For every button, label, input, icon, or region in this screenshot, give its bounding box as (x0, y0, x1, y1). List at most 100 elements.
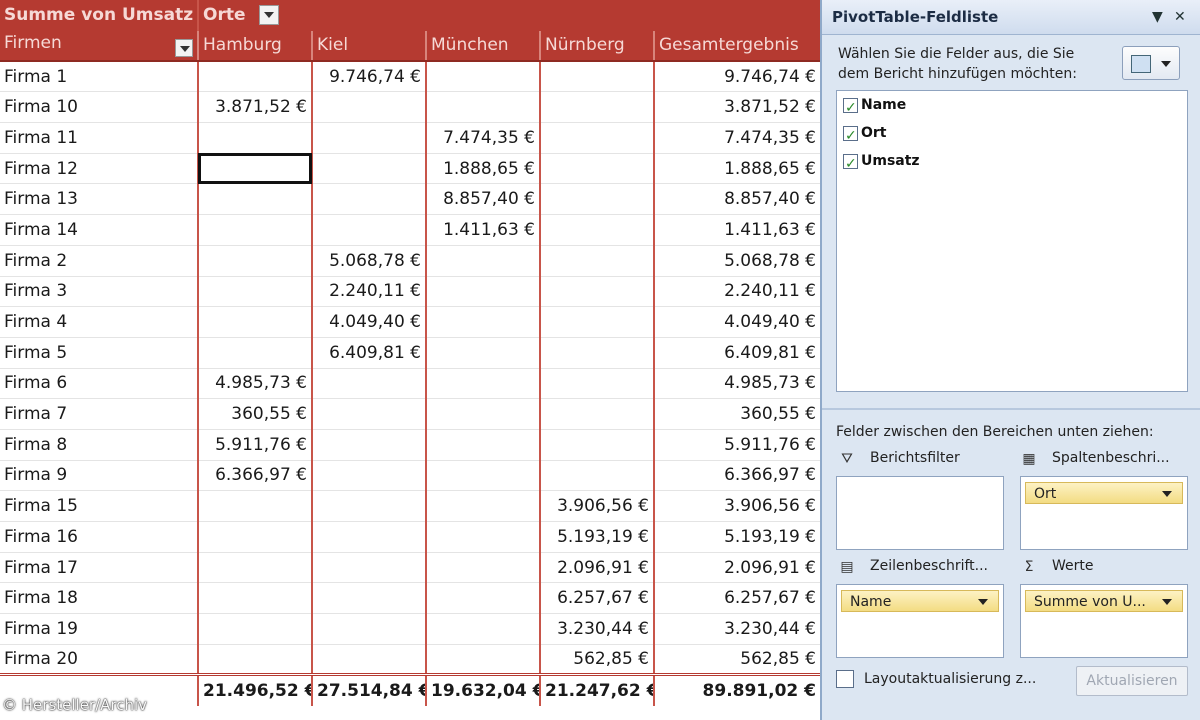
row-label-cell[interactable]: Firma 11 (0, 122, 198, 154)
value-cell[interactable]: 3.906,56 € (539, 490, 654, 522)
row-label-cell[interactable]: Firma 19 (0, 613, 198, 645)
grand-total-cell[interactable]: 89.891,02 € (653, 673, 820, 706)
value-cell[interactable]: 2.240,11 € (311, 276, 426, 308)
column-field-chip-ort[interactable]: Ort (1025, 482, 1183, 504)
pane-splitter[interactable] (822, 408, 1200, 410)
row-total-cell[interactable]: 1.411,63 € (653, 214, 820, 246)
column-total-cell[interactable]: 21.247,62 € (539, 673, 654, 706)
value-cell[interactable]: 1.411,63 € (425, 214, 540, 246)
value-cell[interactable]: 3.871,52 € (197, 91, 312, 124)
value-cell[interactable] (539, 91, 654, 124)
row-total-cell[interactable]: 3.906,56 € (653, 490, 820, 522)
row-label-cell[interactable]: Firma 14 (0, 214, 198, 246)
row-label-cell[interactable]: Firma 2 (0, 245, 198, 277)
value-cell[interactable] (311, 183, 426, 216)
value-cell[interactable] (311, 490, 426, 522)
value-cell[interactable]: 6.409,81 € (311, 337, 426, 369)
value-cell[interactable] (311, 552, 426, 584)
row-total-cell[interactable]: 2.240,11 € (653, 276, 820, 308)
value-cell[interactable] (197, 61, 312, 93)
pane-menu-dropdown-icon[interactable]: ▼ (1152, 0, 1163, 34)
row-label-cell[interactable]: Firma 12 (0, 153, 198, 185)
column-field-cell[interactable]: Orte (197, 0, 312, 31)
value-cell[interactable]: 6.366,97 € (197, 460, 312, 492)
value-cell[interactable] (425, 490, 540, 522)
row-total-cell[interactable]: 5.068,78 € (653, 245, 820, 277)
field-item-ort[interactable]: Ort (837, 119, 1187, 150)
value-cell[interactable]: 8.857,40 € (425, 183, 540, 216)
value-cell[interactable] (197, 644, 312, 676)
value-cell[interactable] (197, 582, 312, 615)
value-cell[interactable] (197, 153, 312, 185)
value-cell[interactable]: 3.230,44 € (539, 613, 654, 645)
value-cell[interactable] (425, 552, 540, 584)
value-cell[interactable] (425, 582, 540, 615)
value-cell[interactable] (539, 460, 654, 492)
values-field-chip-sum[interactable]: Summe von U... (1025, 590, 1183, 612)
value-cell[interactable] (311, 582, 426, 615)
value-cell[interactable] (311, 521, 426, 553)
value-cell[interactable] (425, 306, 540, 338)
close-icon[interactable]: ✕ (1174, 0, 1186, 34)
value-cell[interactable] (539, 153, 654, 185)
value-cell[interactable] (311, 214, 426, 246)
layout-view-button[interactable] (1122, 46, 1180, 80)
column-header-hamburg[interactable]: Hamburg (197, 30, 312, 63)
row-label-cell[interactable]: Firma 13 (0, 183, 198, 216)
value-cell[interactable] (539, 183, 654, 216)
row-total-cell[interactable]: 6.257,67 € (653, 582, 820, 615)
column-filter-dropdown-icon[interactable] (259, 5, 280, 26)
row-label-cell[interactable]: Firma 8 (0, 429, 198, 461)
row-label-cell[interactable]: Firma 15 (0, 490, 198, 522)
row-filter-dropdown-icon[interactable] (175, 39, 193, 58)
row-label-cell[interactable]: Firma 3 (0, 276, 198, 308)
value-cell[interactable] (425, 91, 540, 124)
row-label-cell[interactable]: Firma 4 (0, 306, 198, 338)
value-cell[interactable] (425, 61, 540, 93)
column-header-kiel[interactable]: Kiel (311, 30, 426, 63)
row-label-cell[interactable]: Firma 18 (0, 582, 198, 615)
field-umsatz-checkbox[interactable] (843, 150, 858, 178)
value-cell[interactable] (311, 153, 426, 185)
row-total-cell[interactable]: 7.474,35 € (653, 122, 820, 154)
value-cell[interactable] (197, 276, 312, 308)
value-cell[interactable] (311, 91, 426, 124)
value-cell[interactable] (311, 644, 426, 676)
value-cell[interactable] (311, 613, 426, 645)
defer-layout-update-option[interactable]: Layoutaktualisierung z... (836, 670, 1036, 688)
value-cell[interactable]: 6.257,67 € (539, 582, 654, 615)
row-label-cell[interactable]: Firma 17 (0, 552, 198, 584)
defer-layout-checkbox[interactable] (836, 670, 854, 688)
row-total-cell[interactable]: 2.096,91 € (653, 552, 820, 584)
value-cell[interactable] (197, 183, 312, 216)
column-total-cell[interactable]: 21.496,52 € (197, 673, 312, 706)
row-total-cell[interactable]: 3.230,44 € (653, 613, 820, 645)
value-cell[interactable] (539, 429, 654, 461)
value-cell[interactable] (425, 276, 540, 308)
value-cell[interactable] (539, 337, 654, 369)
row-total-cell[interactable]: 1.888,65 € (653, 153, 820, 185)
value-cell[interactable] (311, 460, 426, 492)
row-total-cell[interactable]: 562,85 € (653, 644, 820, 676)
value-cell[interactable] (311, 368, 426, 400)
value-cell[interactable]: 5.193,19 € (539, 521, 654, 553)
values-zone[interactable]: Summe von U... (1020, 584, 1188, 658)
column-total-cell[interactable]: 27.514,84 € (311, 673, 426, 706)
value-cell[interactable] (539, 61, 654, 93)
value-cell[interactable] (425, 644, 540, 676)
field-item-umsatz[interactable]: Umsatz (837, 147, 1187, 178)
row-total-cell[interactable]: 3.871,52 € (653, 91, 820, 124)
field-name-checkbox[interactable] (843, 94, 858, 122)
column-labels-zone[interactable]: Ort (1020, 476, 1188, 550)
row-field-cell[interactable]: Firmen (0, 30, 198, 63)
value-cell[interactable] (425, 245, 540, 277)
value-cell[interactable] (539, 368, 654, 400)
value-cell[interactable] (425, 337, 540, 369)
value-cell[interactable] (539, 398, 654, 430)
value-cell[interactable]: 360,55 € (197, 398, 312, 430)
value-cell[interactable]: 5.068,78 € (311, 245, 426, 277)
value-cell[interactable] (197, 337, 312, 369)
value-cell[interactable] (197, 613, 312, 645)
column-header-grand-total[interactable]: Gesamtergebnis (653, 30, 820, 63)
row-label-cell[interactable]: Firma 10 (0, 91, 198, 124)
